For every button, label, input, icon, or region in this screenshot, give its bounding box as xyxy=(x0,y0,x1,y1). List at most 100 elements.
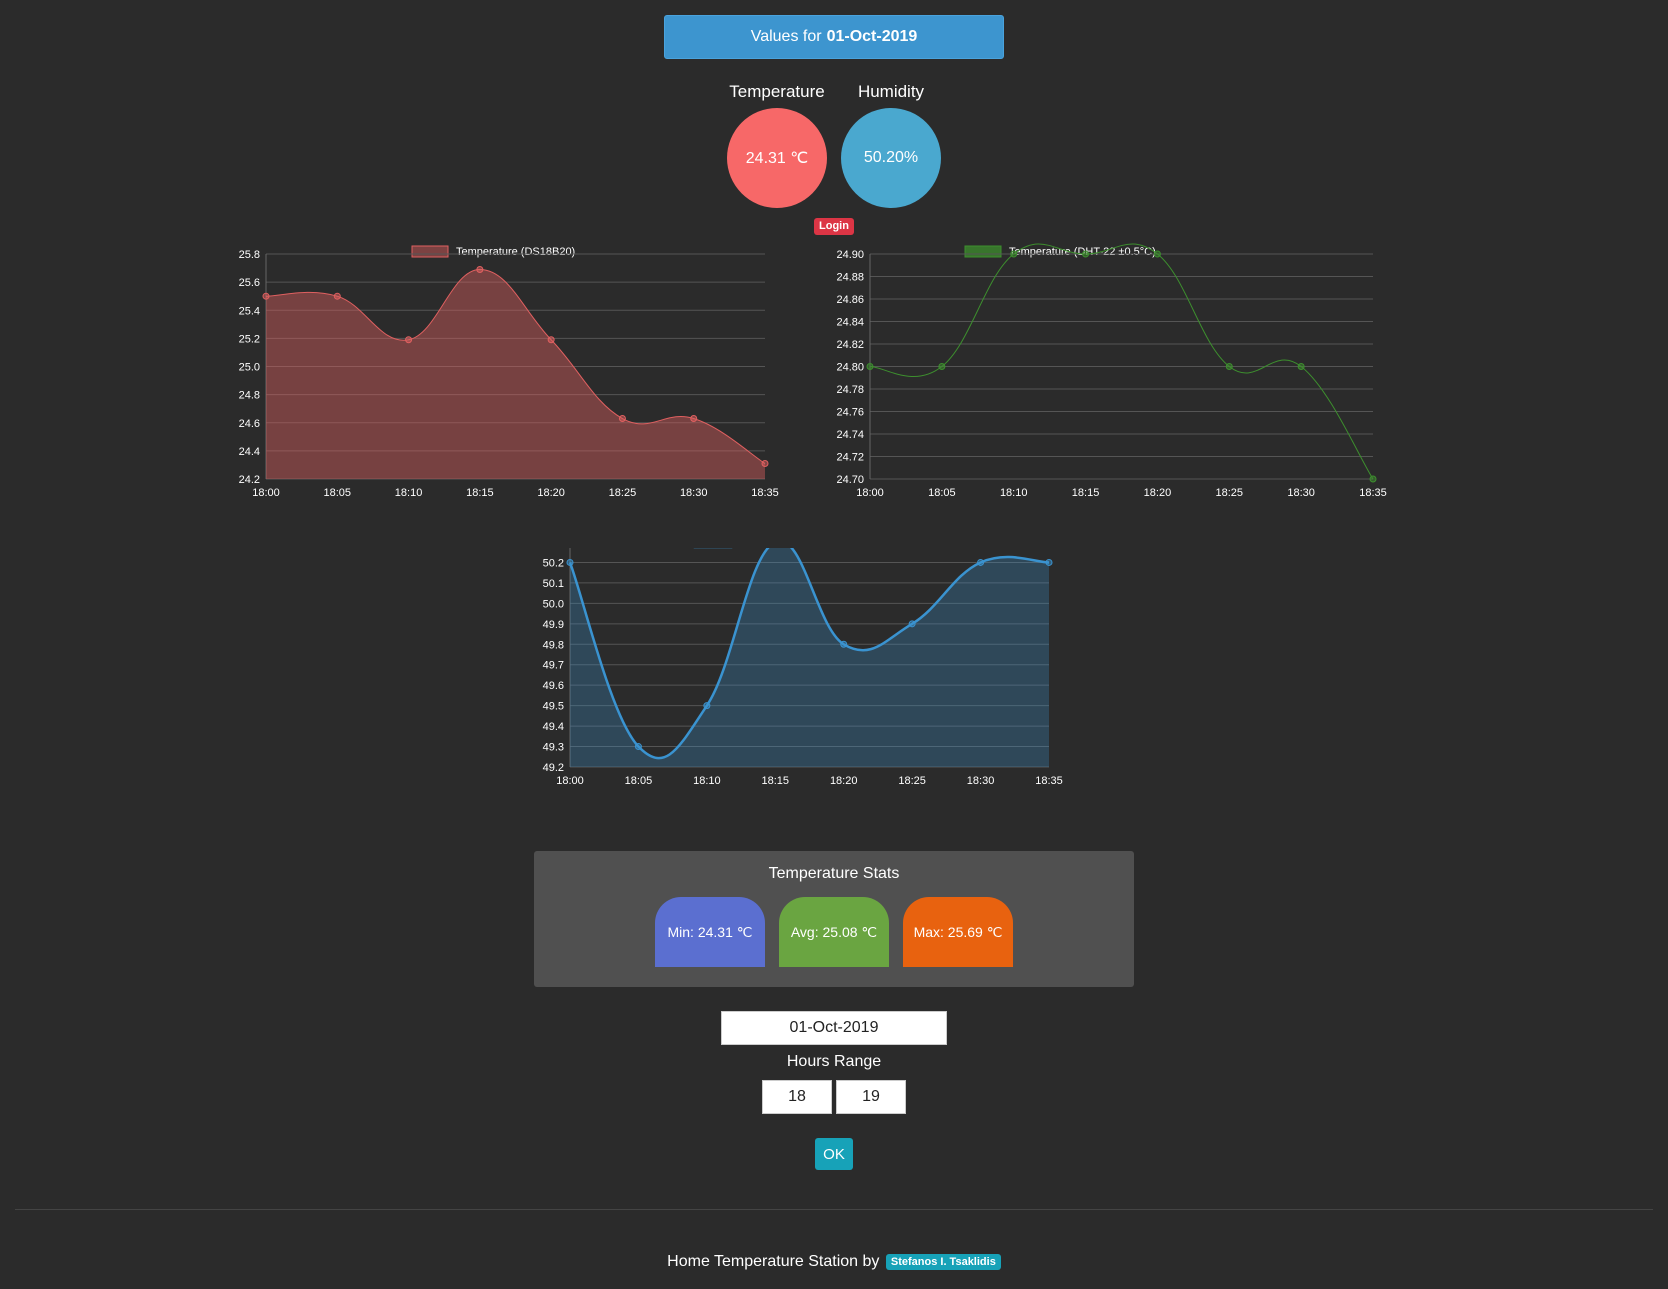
x-tick-label: 18:05 xyxy=(928,487,956,499)
x-tick-label: 18:25 xyxy=(609,487,637,499)
data-point[interactable] xyxy=(840,640,848,648)
y-tick-label: 49.2 xyxy=(543,762,564,774)
y-tick-label: 50.0 xyxy=(543,598,564,610)
data-point[interactable] xyxy=(1225,363,1233,370)
y-tick-label: 49.3 xyxy=(543,742,564,754)
data-point[interactable] xyxy=(1369,475,1377,483)
y-tick-label: 25.0 xyxy=(239,362,260,374)
hour-to-input[interactable] xyxy=(836,1080,906,1114)
x-tick-label: 18:15 xyxy=(762,775,790,787)
legend-swatch-dht22-temp xyxy=(964,245,1002,258)
data-point[interactable] xyxy=(566,558,574,566)
temperature-gauge-value: 24.31 ℃ xyxy=(745,150,809,167)
x-tick-label: 18:30 xyxy=(1287,487,1315,499)
legend-dht22-temp[interactable]: Temperature (DHT-22 ±0.5°C) xyxy=(964,245,1156,258)
chart-temperature-ds18b20: Temperature (DS18B20) 25.8 25.6 25.4 25.2 25.… xyxy=(230,240,830,540)
chart-humidity-dht22: Humidity (DHT-22 +-5%)50.350.250.150.049… xyxy=(530,534,1140,848)
data-point[interactable] xyxy=(690,415,698,423)
y-tick-label: 24.84 xyxy=(836,317,864,329)
footer: Home Temperature Station by Stefanos I. … xyxy=(0,1253,1668,1271)
y-tick-label: 24.2 xyxy=(239,474,260,486)
y-tick-label: 24.72 xyxy=(836,452,864,464)
y-tick-label: 24.90 xyxy=(836,249,864,261)
data-point[interactable] xyxy=(262,292,270,300)
y-tick-label: 24.74 xyxy=(836,429,864,441)
date-banner: Values for 01-Oct-2019 xyxy=(664,15,1004,59)
x-tick-label: 18:35 xyxy=(751,487,779,499)
humidity-gauge-label: Humidity xyxy=(857,82,925,101)
y-tick-label: 24.6 xyxy=(239,418,260,430)
temperature-stats-panel: Temperature Stats Min: 24.31 ℃ Avg: 25.0… xyxy=(534,851,1134,987)
min-stat-badge: Min: 24.31 ℃ xyxy=(655,897,765,967)
chart-temperature-dht22: Temperature (DHT-22 ±0.5°C) 24.90 24.88 24.… xyxy=(830,240,1440,540)
y-tick-label: 24.88 xyxy=(836,272,864,284)
x-tick-label: 18:00 xyxy=(856,487,884,499)
chart-humidity-dht22-svg: Humidity (DHT-22 +-5%)50.350.250.150.049… xyxy=(543,534,1063,787)
series-area-ds18b20 xyxy=(266,269,765,479)
temperature-gauge-label: Temperature xyxy=(729,82,825,101)
data-point[interactable] xyxy=(618,415,626,423)
humidity-gauge: 50.20% xyxy=(841,108,941,208)
data-point[interactable] xyxy=(476,265,484,273)
series-line-dht22-temp xyxy=(869,243,1374,480)
data-point[interactable] xyxy=(333,292,341,300)
y-tick-label: 49.5 xyxy=(543,701,564,713)
x-tick-label: 18:00 xyxy=(556,775,584,787)
data-point[interactable] xyxy=(866,363,874,370)
date-input[interactable] xyxy=(721,1011,947,1045)
x-tick-label: 18:00 xyxy=(252,487,280,499)
data-point[interactable] xyxy=(908,620,916,628)
y-tick-label: 49.6 xyxy=(543,680,564,692)
banner-prefix: Values for xyxy=(750,28,822,45)
y-tick-label: 24.82 xyxy=(836,339,864,351)
hour-from-input[interactable] xyxy=(762,1080,832,1114)
max-stat-label: Max: 25.69 ℃ xyxy=(913,923,1003,940)
y-tick-label: 49.9 xyxy=(543,619,564,631)
login-button[interactable]: Login xyxy=(814,218,854,235)
data-point[interactable] xyxy=(1297,363,1305,370)
y-tick-label: 49.8 xyxy=(543,639,564,651)
data-point[interactable] xyxy=(1153,250,1161,258)
min-stat-label: Min: 24.31 ℃ xyxy=(667,923,753,940)
x-tick-label: 18:05 xyxy=(625,775,653,787)
data-point[interactable] xyxy=(405,336,413,344)
x-tick-label: 18:30 xyxy=(967,775,995,787)
x-tick-label: 18:15 xyxy=(1072,487,1100,499)
y-tick-label: 24.76 xyxy=(836,407,864,419)
data-point[interactable] xyxy=(1082,250,1090,258)
data-point[interactable] xyxy=(703,702,711,710)
y-tick-label: 24.86 xyxy=(836,294,864,306)
max-stat-badge: Max: 25.69 ℃ xyxy=(903,897,1013,967)
ok-button[interactable]: OK xyxy=(815,1138,853,1170)
x-tick-label: 18:10 xyxy=(395,487,423,499)
banner-date: 01-Oct-2019 xyxy=(826,28,918,45)
footer-text: Home Temperature Station by xyxy=(667,1253,880,1270)
hours-range-label: Hours Range xyxy=(786,1053,882,1070)
data-point[interactable] xyxy=(1045,558,1053,566)
footer-divider xyxy=(15,1209,1653,1210)
x-tick-label: 18:20 xyxy=(537,487,565,499)
data-point[interactable] xyxy=(761,460,769,468)
author-link[interactable]: Stefanos I. Tsaklidis xyxy=(885,1253,1001,1270)
x-tick-label: 18:25 xyxy=(1216,487,1244,499)
y-tick-label: 49.7 xyxy=(543,660,564,672)
y-tick-label: 25.6 xyxy=(239,277,260,289)
legend-label-dht22-temp: Temperature (DHT-22 ±0.5°C) xyxy=(1009,246,1156,258)
y-tick-label: 24.4 xyxy=(239,446,260,458)
temperature-gauge: 24.31 ℃ xyxy=(727,108,827,208)
chart-temperature-dht22-svg: Temperature (DHT-22 ±0.5°C) 24.90 24.88 24.… xyxy=(836,243,1387,499)
data-point[interactable] xyxy=(938,363,946,370)
data-point[interactable] xyxy=(977,558,985,566)
y-tick-label: 25.4 xyxy=(239,305,260,317)
data-point[interactable] xyxy=(634,743,642,751)
x-tick-label: 18:20 xyxy=(1144,487,1172,499)
legend-ds18b20[interactable]: Temperature (DS18B20) xyxy=(411,245,575,258)
data-point[interactable] xyxy=(547,336,555,344)
data-point[interactable] xyxy=(1010,250,1018,258)
x-tick-label: 18:10 xyxy=(1000,487,1028,499)
avg-stat-badge: Avg: 25.08 ℃ xyxy=(779,897,889,967)
y-tick-label: 25.2 xyxy=(239,333,260,345)
legend-label-ds18b20: Temperature (DS18B20) xyxy=(456,246,575,258)
y-tick-label: 24.78 xyxy=(836,384,864,396)
y-tick-label: 50.3 xyxy=(543,548,564,549)
